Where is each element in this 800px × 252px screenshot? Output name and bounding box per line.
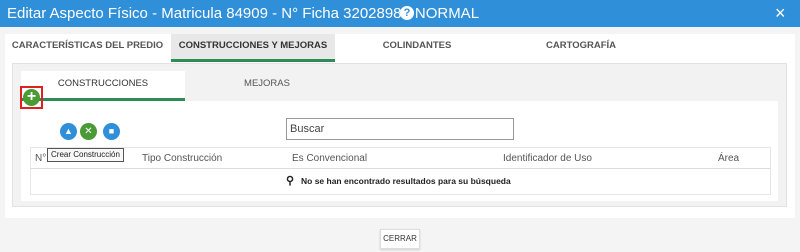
box-icon[interactable]: ■ xyxy=(103,123,120,140)
close-icon[interactable]: × xyxy=(775,3,786,24)
tooltip-crear-construccion: Crear Construcción xyxy=(47,148,124,162)
empty-message: ⚲ No se han encontrado resultados para s… xyxy=(286,175,511,187)
window-titlebar: Editar Aspecto Físico - Matricula 84909 … xyxy=(0,0,800,27)
column-header-area[interactable]: Área xyxy=(718,153,739,164)
column-header-identificador-uso[interactable]: Identificador de Uso xyxy=(503,153,592,164)
subtab-mejoras[interactable]: MEJORAS xyxy=(185,71,349,101)
column-header-es-convencional[interactable]: Es Convencional xyxy=(292,153,367,164)
help-icon[interactable]: ? xyxy=(400,6,414,20)
close-button[interactable]: CERRAR xyxy=(380,229,420,249)
table-header: N° Tipo Construcción Es Convencional Ide… xyxy=(30,147,771,169)
column-header-tipo-construccion[interactable]: Tipo Construcción xyxy=(142,153,222,164)
empty-message-text: No se han encontrado resultados para su … xyxy=(301,176,511,186)
search-input[interactable] xyxy=(286,118,514,140)
tab-construcciones-mejoras[interactable]: CONSTRUCCIONES Y MEJORAS xyxy=(171,34,335,62)
table-body: ⚲ No se han encontrado resultados para s… xyxy=(30,169,771,195)
column-header-numero[interactable]: N° xyxy=(35,153,46,164)
add-button-highlight: + xyxy=(20,86,43,109)
image-icon[interactable]: ▲ xyxy=(60,123,77,140)
main-tabs: CARACTERÍSTICAS DEL PREDIO CONSTRUCCIONE… xyxy=(5,34,795,62)
search-icon: ⚲ xyxy=(286,175,295,187)
tab-colindantes[interactable]: COLINDANTES xyxy=(335,34,499,62)
tools-icon[interactable]: ✕ xyxy=(80,123,97,140)
plus-icon[interactable]: + xyxy=(23,89,40,106)
tab-cartografia[interactable]: CARTOGRAFÍA xyxy=(499,34,663,62)
subtab-construcciones[interactable]: CONSTRUCCIONES xyxy=(21,71,185,101)
tab-caracteristicas[interactable]: CARACTERÍSTICAS DEL PREDIO xyxy=(5,34,170,62)
